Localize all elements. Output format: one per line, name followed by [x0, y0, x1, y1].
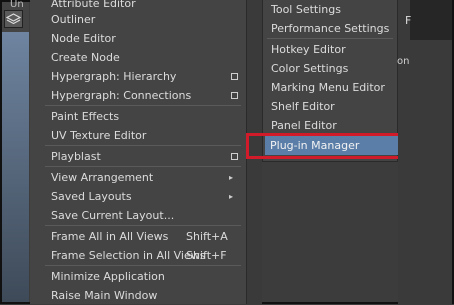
menu-item-hypergraph-connections[interactable]: Hypergraph: Connections [30, 86, 246, 105]
menu-item-paint-effects[interactable]: Paint Effects [30, 107, 246, 126]
menu-item-frame-all-in-all-views[interactable]: Frame All in All Views Shift+A [30, 227, 246, 246]
menu-item-frame-selection-in-all-views[interactable]: Frame Selection in All Views Shift+F [30, 246, 246, 265]
viewport-background [2, 32, 29, 302]
menu-item-color-settings[interactable]: Color Settings [263, 59, 397, 78]
menu-item-label: Paint Effects [51, 110, 120, 123]
menu-separator [267, 38, 393, 39]
menu-item-label: Color Settings [271, 62, 349, 75]
menu-item-label: Attribute Editor [51, 0, 136, 10]
menu-item-minimize-application[interactable]: Minimize Application [30, 267, 246, 286]
menu-item-performance-settings[interactable]: Performance Settings [263, 19, 397, 38]
option-box-icon[interactable] [231, 153, 238, 160]
submenu-arrow-icon: ▸ [229, 192, 234, 201]
cut-off-label: Un [10, 0, 24, 10]
option-box-icon[interactable] [231, 92, 238, 99]
menu-item-label: Hypergraph: Hierarchy [51, 70, 177, 83]
submenu-arrow-icon: ▸ [229, 173, 234, 182]
menu-item-create-node[interactable]: Create Node [30, 48, 246, 67]
menu-item-label: Playblast [51, 150, 101, 163]
menu-item-label: UV Texture Editor [51, 129, 147, 142]
menu-item-label: Shelf Editor [271, 100, 335, 113]
menu-item-label: Minimize Application [51, 270, 165, 283]
shortcut-label: Shift+F [186, 249, 227, 262]
menu-separator [45, 225, 241, 226]
menu-item-label: Performance Settings [271, 22, 390, 35]
panel-tab-label: F [405, 14, 412, 27]
right-panel-dark-area [410, 0, 452, 40]
menu-item-label: Saved Layouts [51, 190, 132, 203]
menu-item-label: Outliner [51, 13, 96, 26]
menu-item-marking-menu-editor[interactable]: Marking Menu Editor [263, 78, 397, 97]
menu-separator [45, 105, 241, 106]
menu-item-hotkey-editor[interactable]: Hotkey Editor [263, 40, 397, 59]
menu-item-label: Hotkey Editor [271, 43, 346, 56]
option-box-icon[interactable] [231, 73, 238, 80]
menu-separator [45, 145, 241, 146]
menu-item-saved-layouts[interactable]: Saved Layouts ▸ [30, 187, 246, 206]
layers-icon[interactable] [4, 10, 23, 28]
menu-item-label: Raise Main Window [51, 289, 158, 302]
menu-separator [45, 265, 241, 266]
menu-item-label: Tool Settings [271, 3, 341, 16]
menu-item-label: Hypergraph: Connections [51, 89, 192, 102]
menu-item-shelf-editor[interactable]: Shelf Editor [263, 97, 397, 116]
menu-item-raise-main-window[interactable]: Raise Main Window [30, 286, 246, 305]
menu-item-node-editor[interactable]: Node Editor [30, 29, 246, 48]
menu-item-label: Frame All in All Views [51, 230, 169, 243]
menu-item-tool-settings[interactable]: Tool Settings [263, 0, 397, 19]
menu-item-label: Frame Selection in All Views [51, 249, 206, 262]
menu-item-label: Save Current Layout... [51, 209, 175, 222]
menu-item-hypergraph-hierarchy[interactable]: Hypergraph: Hierarchy [30, 67, 246, 86]
menu-item-outliner[interactable]: Outliner [30, 10, 246, 29]
highlight-annotation-box [246, 133, 402, 159]
windows-menu: Attribute Editor Outliner Node Editor Creat… [30, 0, 247, 304]
menu-separator [45, 166, 241, 167]
menu-item-uv-texture-editor[interactable]: UV Texture Editor [30, 126, 246, 145]
menu-item-label: Panel Editor [271, 119, 337, 132]
menu-item-save-current-layout[interactable]: Save Current Layout... [30, 206, 246, 225]
menu-item-label: Node Editor [51, 32, 116, 45]
menu-item-playblast[interactable]: Playblast [30, 147, 246, 166]
menu-item-view-arrangement[interactable]: View Arrangement ▸ [30, 168, 246, 187]
shortcut-label: Shift+A [186, 230, 228, 243]
menu-item-label: Marking Menu Editor [271, 81, 385, 94]
menu-item-label: Create Node [51, 51, 120, 64]
menu-item-label: View Arrangement [51, 171, 154, 184]
panel-cut-text: on [397, 56, 410, 67]
right-panel-lower [398, 158, 452, 304]
